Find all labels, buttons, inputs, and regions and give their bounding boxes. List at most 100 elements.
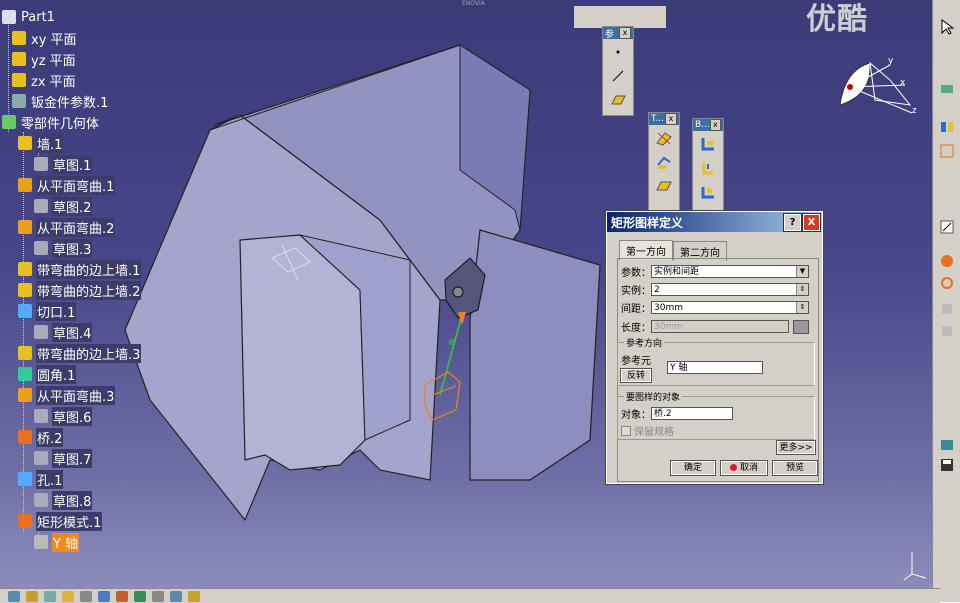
tree-node[interactable]: 草图.4 — [34, 322, 93, 342]
tree-node[interactable]: Y 轴 — [34, 532, 80, 552]
cancel-button[interactable]: 取消 — [720, 460, 768, 476]
tab-first-direction[interactable]: 第一方向 — [619, 240, 673, 260]
compass-widget[interactable]: y x z — [830, 55, 920, 125]
user-flange-icon[interactable] — [697, 181, 719, 203]
tree-node[interactable]: 带弯曲的边上墙.2 — [18, 280, 142, 300]
rectangular-pattern-dialog: 矩形图样定义 ? X 第一方向 第二方向 参数： 实例和间距 ▼ 实例： 2 ⇕… — [605, 210, 824, 485]
tree-node[interactable]: 草图.1 — [34, 154, 93, 174]
compass-x-label: x — [900, 78, 906, 88]
sheetmetal-params-icon[interactable] — [938, 80, 956, 98]
dialog-title: 矩形图样定义 — [611, 215, 684, 230]
flange-icon[interactable] — [697, 133, 719, 155]
material-icon[interactable] — [938, 252, 956, 270]
tree-node[interactable]: 墙.1 — [18, 133, 64, 153]
chevron-down-icon[interactable]: ▼ — [796, 266, 808, 277]
instances-value: 2 — [654, 285, 660, 295]
toolbar-icon[interactable] — [134, 590, 146, 602]
tree-node[interactable]: 矩形模式.1 — [18, 511, 103, 531]
hem-icon[interactable] — [697, 157, 719, 179]
instances-input[interactable]: 2 ⇕ — [651, 283, 809, 296]
reverse-button[interactable]: 反转 — [620, 368, 652, 383]
toolbar-icon[interactable] — [116, 590, 128, 602]
ok-button[interactable]: 确定 — [670, 460, 716, 476]
tree-node-label: 草图.1 — [52, 154, 93, 174]
tree-node-label: xy 平面 — [31, 32, 77, 48]
tree-node[interactable]: 钣金件参数.1 — [12, 92, 109, 111]
3d-viewport[interactable]: ENOVIA 优酷 ⊕ Part1 xy 平面 yz 平面 zx 平面 钣金件参数.1 零… — [0, 0, 932, 588]
plane-icon[interactable] — [607, 89, 629, 111]
catalog-icon[interactable] — [938, 436, 956, 454]
params-select[interactable]: 实例和间距 ▼ — [651, 265, 809, 278]
preview-button[interactable]: 预览 — [772, 460, 818, 476]
tree-node[interactable]: 从平面弯曲.1 — [18, 175, 116, 195]
tree-node[interactable]: 带弯曲的边上墙.3 — [18, 343, 142, 363]
ref-element-input[interactable]: Y 轴 — [667, 360, 763, 374]
tree-node[interactable]: yz 平面 — [12, 50, 77, 69]
flange-icon — [18, 388, 32, 402]
toolbar-icon[interactable] — [80, 590, 92, 602]
flange-icon — [18, 178, 32, 192]
toolbar-icon[interactable] — [152, 590, 164, 602]
tree-node[interactable]: zx 平面 — [12, 71, 77, 90]
toolbar-icon[interactable] — [170, 590, 182, 602]
disabled-tool-icon — [938, 300, 956, 318]
sketch-icon — [34, 241, 48, 255]
close-button[interactable]: X — [802, 213, 821, 232]
transformation-toolbar: T... x — [648, 112, 680, 214]
tree-node-label: 从平面弯曲.2 — [36, 217, 116, 237]
help-button[interactable]: ? — [783, 213, 802, 232]
tree-node[interactable]: 切口.1 — [18, 301, 77, 321]
tree-node[interactable]: xy 平面 — [12, 29, 78, 48]
spinner-icon[interactable]: ⇕ — [796, 302, 808, 313]
spacing-label: 间距： — [621, 304, 651, 315]
close-icon[interactable]: x — [709, 119, 721, 131]
close-icon[interactable]: x — [619, 27, 631, 39]
toolbar-icon[interactable] — [8, 590, 20, 602]
measure-icon[interactable] — [793, 319, 809, 334]
spacing-value: 30mm — [654, 303, 683, 313]
gear-tree-icon — [2, 10, 16, 24]
fold-unfold-icon[interactable] — [653, 151, 675, 173]
sketch-icon — [34, 157, 48, 171]
toolbar-icon[interactable] — [26, 590, 38, 602]
tree-node[interactable]: 零部件几何体 — [2, 113, 100, 132]
object-input[interactable]: 桥.2 — [651, 407, 733, 420]
select-arrow-icon[interactable] — [938, 18, 956, 36]
close-icon[interactable]: x — [665, 113, 677, 125]
compass-y-label: y — [888, 56, 894, 66]
wall-icon[interactable] — [653, 175, 675, 197]
grid-icon[interactable] — [938, 142, 956, 160]
point-icon[interactable] — [607, 41, 629, 63]
spacing-input[interactable]: 30mm ⇕ — [651, 301, 809, 314]
recognize-icon[interactable] — [938, 118, 956, 136]
tree-node[interactable]: Part1 — [2, 8, 56, 26]
toolbar-icon[interactable] — [188, 590, 200, 602]
toolbar-icon[interactable] — [98, 590, 110, 602]
sketch-icon[interactable] — [938, 218, 956, 236]
tree-node[interactable]: 圆角.1 — [18, 364, 77, 384]
tree-node-label: 从平面弯曲.3 — [36, 385, 116, 405]
tree-node[interactable]: 带弯曲的边上墙.1 — [18, 259, 142, 279]
tree-node[interactable]: 从平面弯曲.2 — [18, 217, 116, 237]
tree-node-label: Part1 — [21, 9, 55, 25]
toolbar-icon[interactable] — [62, 590, 74, 602]
unfold-icon[interactable] — [653, 127, 675, 149]
flange-icon — [18, 220, 32, 234]
tree-node[interactable]: 从平面弯曲.3 — [18, 385, 116, 405]
tree-node[interactable]: 草图.8 — [34, 490, 93, 510]
tree-node[interactable]: 孔.1 — [18, 469, 64, 489]
tree-node[interactable]: 草图.2 — [34, 196, 93, 216]
line-icon[interactable] — [607, 65, 629, 87]
tree-node[interactable]: 桥.2 — [18, 427, 64, 447]
reference-toolbar: 参x — [602, 26, 634, 116]
tree-node[interactable]: 草图.3 — [34, 238, 93, 258]
apply-icon[interactable] — [938, 274, 956, 292]
save-icon[interactable] — [938, 456, 956, 474]
tree-node[interactable]: 草图.6 — [34, 406, 93, 426]
cancel-icon — [729, 464, 737, 471]
spinner-icon[interactable]: ⇕ — [796, 284, 808, 295]
toolbar-icon[interactable] — [44, 590, 56, 602]
sheetmetal-params-icon — [12, 94, 26, 108]
more-button[interactable]: 更多>> — [776, 440, 816, 455]
tree-node[interactable]: 草图.7 — [34, 448, 93, 468]
